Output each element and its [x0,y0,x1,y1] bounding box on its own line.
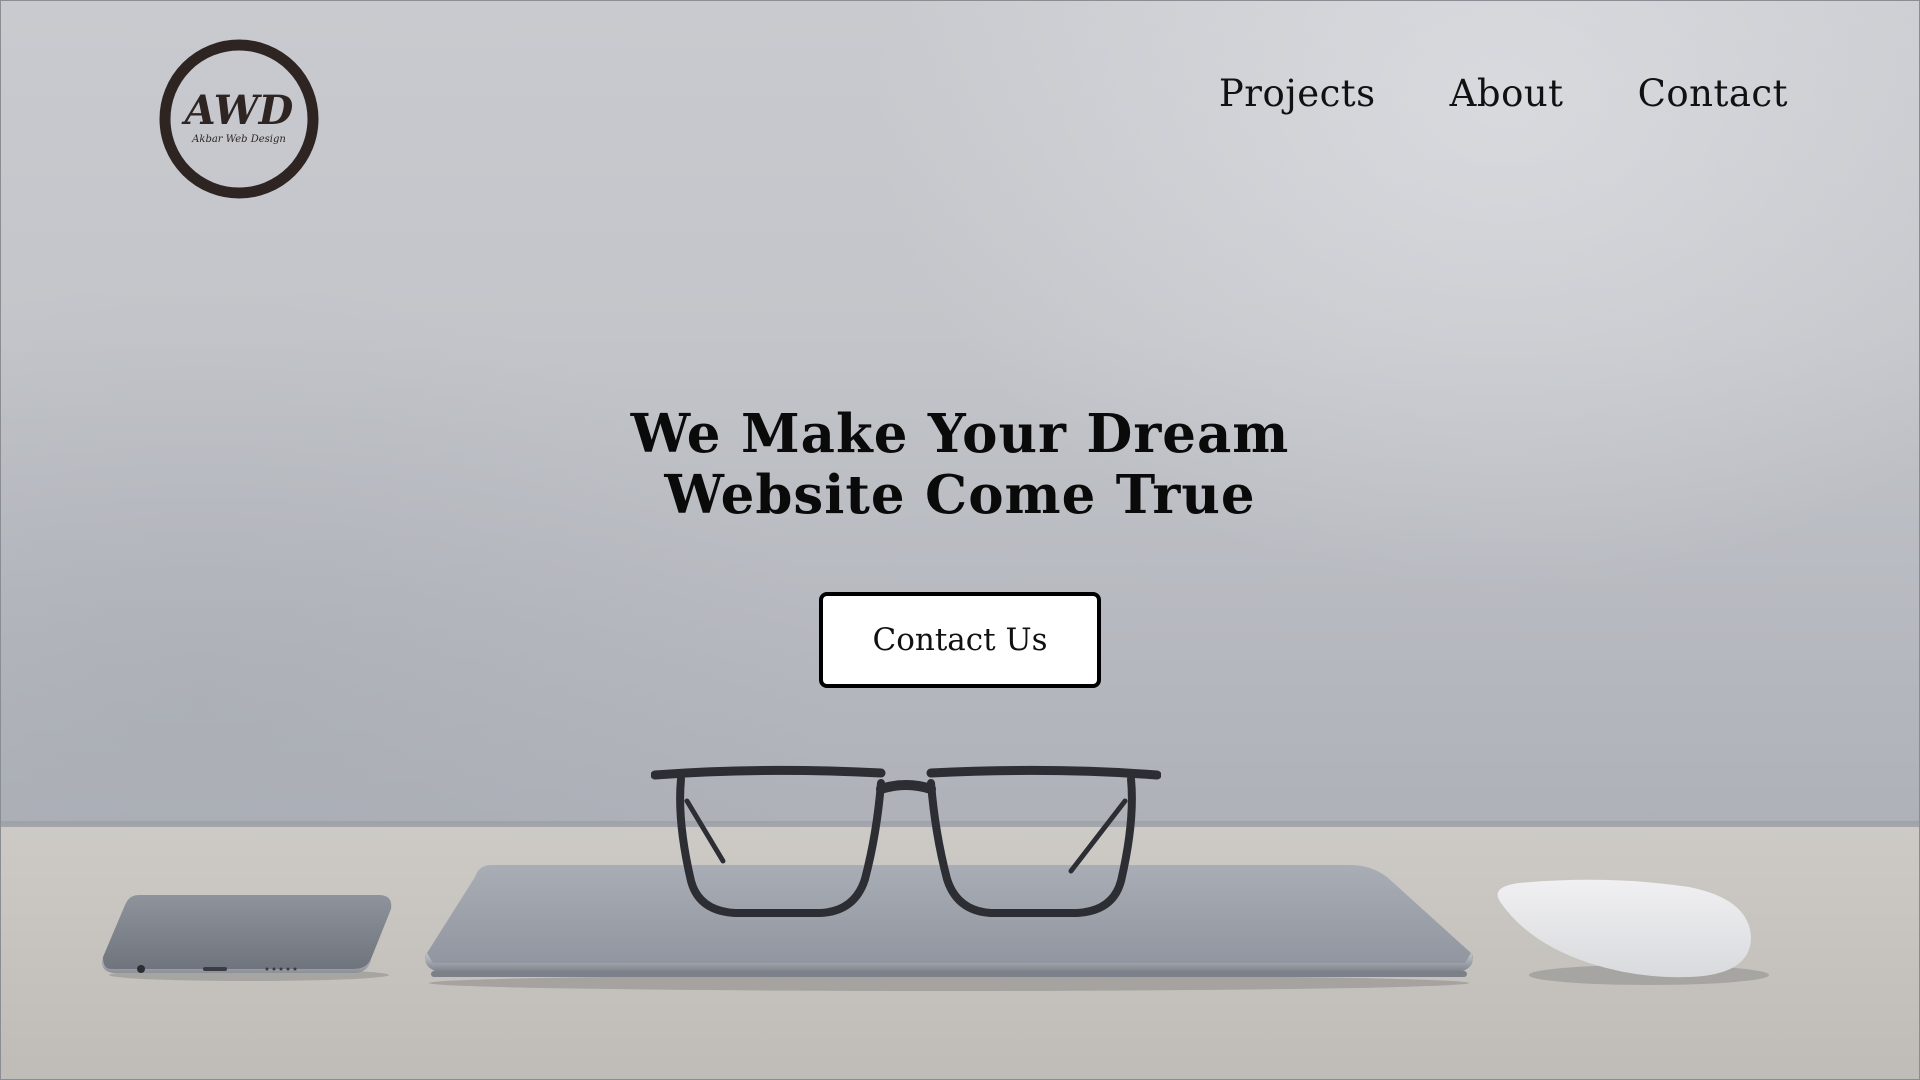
logo-letters: AWD [181,87,294,134]
contact-us-button[interactable]: Contact Us [819,592,1101,688]
hero-headline: We Make Your Dream Website Come True [460,404,1460,526]
phone-icon [102,895,392,981]
nav-link-projects[interactable]: Projects [1219,72,1376,115]
mouse-icon [1497,879,1769,985]
nav-link-about[interactable]: About [1450,72,1564,115]
brand-logo[interactable]: AWD Akbar Web Design [158,38,320,200]
glasses-icon [651,765,1161,917]
logo-subtitle: Akbar Web Design [191,134,286,145]
nav-link-contact[interactable]: Contact [1638,72,1788,115]
main-nav: Projects About Contact [1219,72,1788,115]
hero-headline-line-2: Website Come True [664,464,1256,526]
hero-headline-line-1: We Make Your Dream [630,403,1290,465]
